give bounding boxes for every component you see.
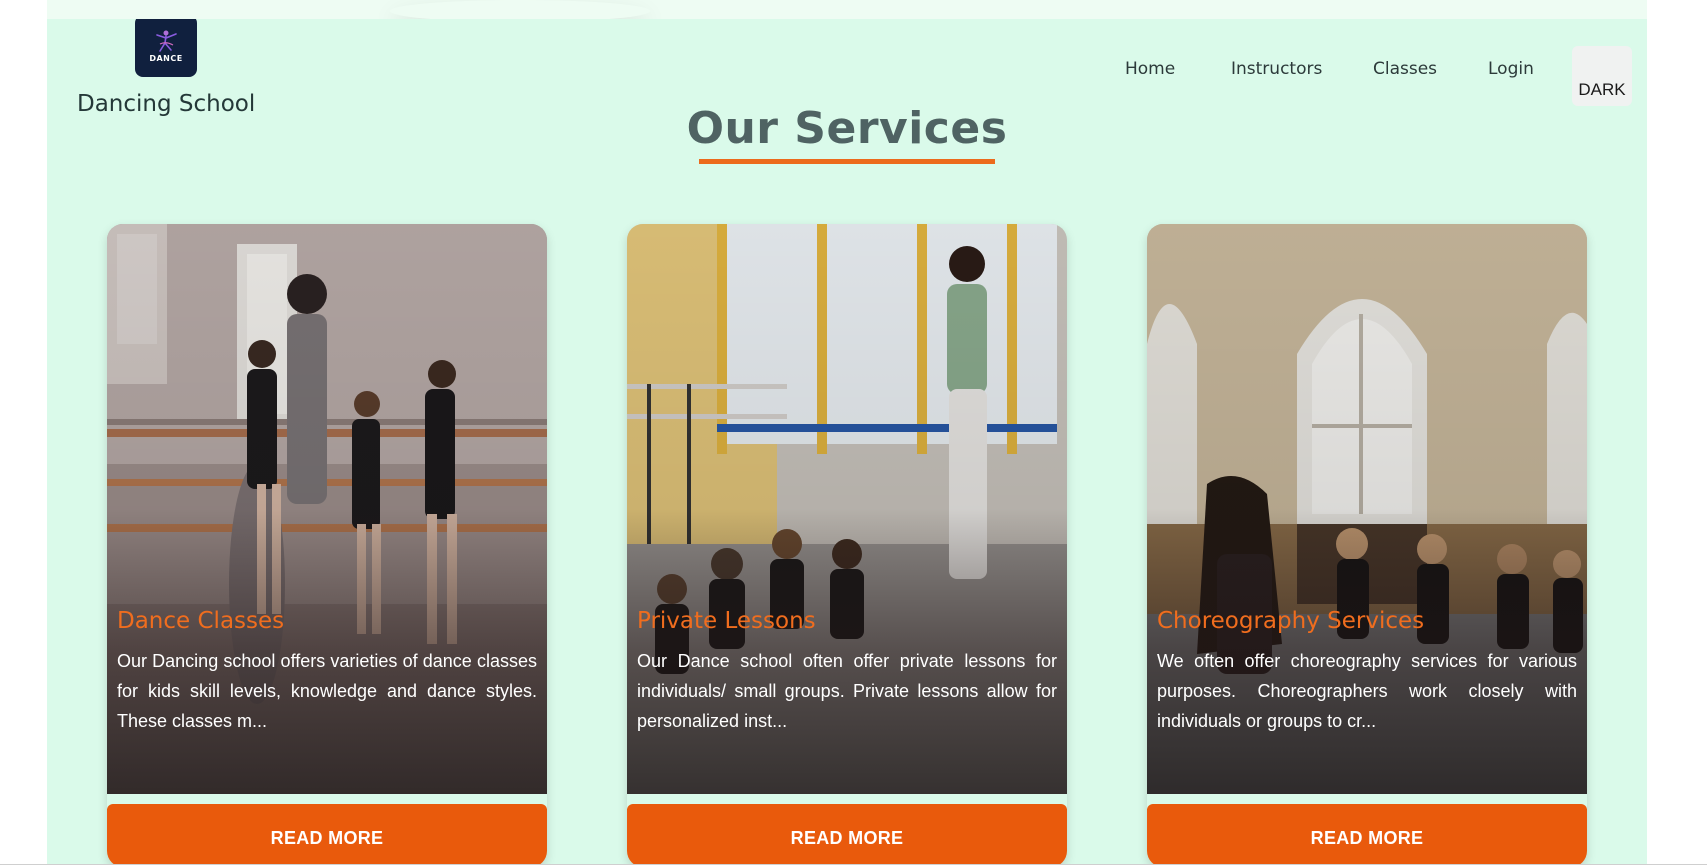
nav-home[interactable]: Home [1125, 59, 1175, 79]
card-description: We often offer choreography services for… [1157, 651, 1577, 731]
read-more-button[interactable]: READ MORE [1147, 809, 1587, 865]
logo[interactable]: DANCE [135, 19, 197, 77]
nav-instructors[interactable]: Instructors [1231, 59, 1322, 79]
top-strip [47, 0, 1647, 19]
card-title: Dance Classes [117, 608, 285, 634]
card-description: Our Dance school often offer private les… [637, 651, 1057, 731]
title-underline [699, 159, 995, 164]
service-card-choreography: Choreography Services We often offer cho… [1147, 224, 1587, 865]
section-title: Our Services [686, 103, 1008, 154]
service-card-dance-classes: Dance Classes Our Dancing school offers … [107, 224, 547, 865]
nav-login[interactable]: Login [1488, 59, 1534, 79]
card-title: Choreography Services [1157, 608, 1425, 634]
card-description: Our Dancing school offers varieties of d… [117, 651, 537, 731]
nav-classes[interactable]: Classes [1373, 59, 1437, 79]
read-more-button[interactable]: READ MORE [627, 809, 1067, 865]
dancer-icon [156, 30, 177, 52]
logo-text: DANCE [149, 54, 183, 63]
card-title: Private Lessons [637, 608, 816, 634]
main-section: DANCE Dancing School Home Instructors Cl… [47, 19, 1647, 865]
read-more-button[interactable]: READ MORE [107, 809, 547, 865]
service-card-private-lessons: Private Lessons Our Dance school often o… [627, 224, 1067, 865]
page: DANCE Dancing School Home Instructors Cl… [0, 0, 1707, 865]
dark-mode-toggle[interactable]: DARK [1572, 46, 1632, 106]
